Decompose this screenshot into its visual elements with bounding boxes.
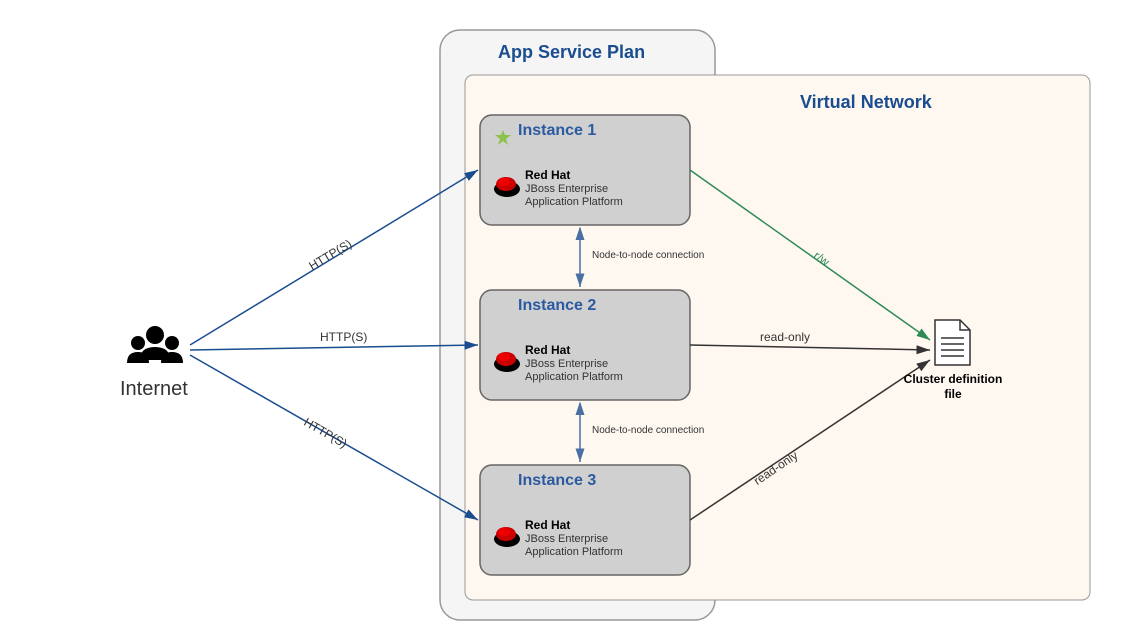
instance-2-title: Instance 2 bbox=[518, 297, 596, 315]
internet-label: Internet bbox=[120, 378, 188, 401]
app-service-plan-title: App Service Plan bbox=[498, 42, 645, 63]
readonly-label-1: read-only bbox=[760, 330, 810, 344]
instance-3-title: Instance 3 bbox=[518, 472, 596, 490]
people-icon bbox=[127, 326, 183, 363]
instance-1-product2: Application Platform bbox=[525, 196, 623, 209]
file-label-2: file bbox=[903, 387, 1003, 401]
node-conn-label-2: Node-to-node connection bbox=[592, 425, 704, 436]
http-label-2: HTTP(S) bbox=[320, 330, 367, 344]
node-conn-label-1: Node-to-node connection bbox=[592, 250, 704, 261]
instance-1-title: Instance 1 bbox=[518, 122, 596, 140]
file-label-1: Cluster definition bbox=[903, 372, 1003, 386]
instance-2-product1: JBoss Enterprise bbox=[525, 358, 608, 371]
virtual-network-title: Virtual Network bbox=[800, 92, 932, 113]
http-line-2 bbox=[190, 345, 478, 350]
file-icon bbox=[935, 320, 970, 365]
instance-2-vendor: Red Hat bbox=[525, 343, 570, 357]
instance-1-product1: JBoss Enterprise bbox=[525, 183, 608, 196]
instance-2-product2: Application Platform bbox=[525, 371, 623, 384]
architecture-diagram: App Service Plan Virtual Network Interne… bbox=[0, 0, 1136, 636]
instance-1-vendor: Red Hat bbox=[525, 168, 570, 182]
instance-3-product2: Application Platform bbox=[525, 546, 623, 559]
instance-3-product1: JBoss Enterprise bbox=[525, 533, 608, 546]
instance-3-vendor: Red Hat bbox=[525, 518, 570, 532]
